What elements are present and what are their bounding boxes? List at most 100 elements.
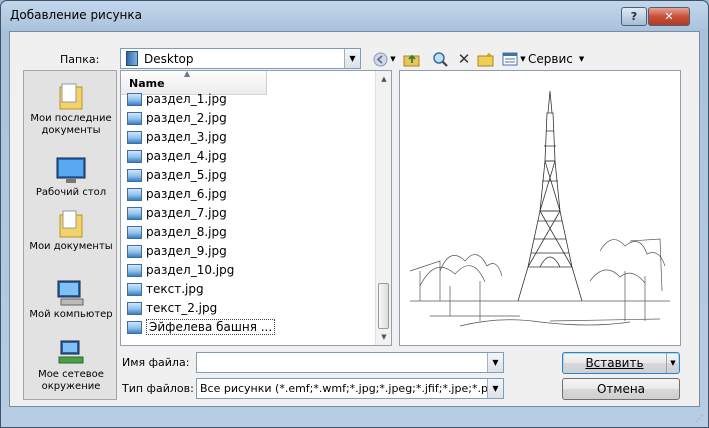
- file-item[interactable]: Эйфелева башня ...: [127, 318, 276, 336]
- place-my-computer[interactable]: Мой компьютер: [24, 279, 118, 321]
- folder-value: Desktop: [144, 51, 194, 66]
- image-file-icon: [127, 225, 142, 239]
- chevron-down-icon: ▼: [670, 359, 676, 367]
- file-name: текст_2.jpg: [146, 301, 218, 315]
- image-file-icon: [127, 320, 142, 334]
- image-file-icon: [127, 111, 142, 125]
- file-name: раздел_9.jpg: [146, 244, 227, 258]
- new-folder-icon: [477, 52, 494, 66]
- file-item[interactable]: раздел_1.jpg: [127, 90, 227, 108]
- place-label: Мое сетевое окружение: [38, 369, 104, 392]
- tools-menu-button[interactable]: Сервис ▼: [528, 50, 592, 68]
- dialog-window: Добавление рисунка ? ✕ Папка: Desktop ▼ …: [0, 0, 709, 428]
- image-file-icon: [127, 244, 142, 258]
- place-network[interactable]: Мое сетевое окружение: [24, 339, 118, 393]
- chevron-down-icon: ▼: [578, 55, 585, 63]
- place-recent-documents[interactable]: Мои последние документы: [24, 81, 118, 137]
- insert-label: Вставить: [585, 356, 644, 370]
- recent-documents-icon: [59, 83, 83, 110]
- file-name: раздел_5.jpg: [146, 168, 227, 182]
- file-name: раздел_7.jpg: [146, 206, 227, 220]
- views-dropdown-button[interactable]: ▼: [518, 50, 528, 68]
- window-title: Добавление рисунка: [10, 8, 142, 22]
- cancel-button[interactable]: Отмена: [562, 378, 680, 400]
- file-item[interactable]: раздел_8.jpg: [127, 223, 227, 241]
- insert-button[interactable]: Вставить ▼: [562, 352, 680, 374]
- up-folder-button[interactable]: [402, 50, 422, 68]
- views-icon: [502, 52, 518, 66]
- eiffel-tower-preview-image: [409, 90, 670, 327]
- image-file-icon: [127, 130, 142, 144]
- file-item[interactable]: раздел_5.jpg: [127, 166, 227, 184]
- chevron-down-icon[interactable]: ▼: [344, 49, 360, 68]
- scroll-up-button[interactable]: ▲: [376, 71, 392, 87]
- file-item[interactable]: раздел_2.jpg: [127, 109, 227, 127]
- back-button[interactable]: [370, 50, 390, 68]
- insert-dropdown-button[interactable]: ▼: [666, 353, 679, 373]
- file-item[interactable]: раздел_7.jpg: [127, 204, 227, 222]
- resize-grip-icon[interactable]: ⋰: [695, 414, 705, 424]
- back-dropdown-button[interactable]: ▼: [388, 50, 398, 68]
- file-name: раздел_4.jpg: [146, 149, 227, 163]
- file-name: раздел_10.jpg: [146, 263, 235, 277]
- folder-up-icon: [403, 54, 420, 66]
- file-item[interactable]: текст.jpg: [127, 280, 204, 298]
- folder-label: Папка:: [60, 53, 100, 66]
- search-web-button[interactable]: [430, 50, 450, 68]
- places-bar: Мои последние документы Рабочий стол Мои…: [23, 70, 117, 400]
- computer-icon: [57, 280, 84, 306]
- column-name-label: Name: [129, 77, 165, 90]
- filetype-label: Тип файлов:: [122, 382, 194, 395]
- file-list[interactable]: ▲ Name раздел_1.jpg раздел_2.jpg раздел_3.…: [120, 69, 392, 346]
- new-folder-button[interactable]: [476, 50, 496, 68]
- delete-icon: ✕: [457, 50, 471, 68]
- image-file-icon: [127, 149, 142, 163]
- file-item[interactable]: раздел_10.jpg: [127, 261, 234, 279]
- image-file-icon: [127, 301, 142, 315]
- delete-button[interactable]: ✕: [454, 50, 474, 68]
- views-button[interactable]: [500, 50, 520, 68]
- my-documents-icon: [59, 210, 83, 238]
- image-file-icon: [127, 263, 142, 277]
- place-label: Мой компьютер: [29, 309, 113, 320]
- image-file-icon: [127, 282, 142, 296]
- file-name: раздел_2.jpg: [146, 111, 227, 125]
- chevron-down-icon[interactable]: ▼: [487, 353, 503, 372]
- file-item[interactable]: раздел_4.jpg: [127, 147, 227, 165]
- scroll-down-button[interactable]: ▼: [376, 329, 392, 345]
- place-label: Рабочий стол: [35, 187, 107, 198]
- close-button[interactable]: ✕: [648, 7, 690, 26]
- scroll-thumb[interactable]: [378, 283, 389, 329]
- file-name: текст.jpg: [146, 282, 204, 296]
- file-item[interactable]: раздел_6.jpg: [127, 185, 227, 203]
- folder-icon: [126, 51, 138, 66]
- folder-combo[interactable]: Desktop ▼: [120, 48, 361, 69]
- help-icon: ?: [630, 10, 638, 23]
- place-label: Мои документы: [29, 241, 113, 252]
- filetype-select[interactable]: Все рисунки (*.emf;*.wmf;*.jpg;*.jpeg;*.…: [196, 378, 504, 399]
- place-my-documents[interactable]: Мои документы: [24, 209, 118, 253]
- chevron-down-icon: ▼: [390, 55, 396, 63]
- file-name: раздел_6.jpg: [146, 187, 227, 201]
- cancel-label: Отмена: [596, 382, 646, 396]
- place-desktop[interactable]: Рабочий стол: [24, 157, 118, 199]
- title-bar[interactable]: Добавление рисунка ? ✕: [1, 1, 708, 31]
- image-file-icon: [127, 187, 142, 201]
- image-file-icon: [127, 168, 142, 182]
- file-item[interactable]: текст_2.jpg: [127, 299, 217, 317]
- back-arrow-icon: [373, 52, 387, 66]
- vertical-scrollbar[interactable]: ▲ ▼: [375, 71, 391, 345]
- image-file-icon: [127, 92, 142, 106]
- chevron-down-icon[interactable]: ▼: [487, 379, 503, 398]
- help-button[interactable]: ?: [621, 7, 647, 26]
- chevron-down-icon: ▼: [520, 55, 526, 63]
- file-item[interactable]: раздел_9.jpg: [127, 242, 227, 260]
- desktop-icon: [56, 157, 86, 183]
- filename-input[interactable]: ▼: [196, 352, 504, 373]
- sort-ascending-icon: ▲: [184, 69, 191, 78]
- network-icon: [58, 340, 84, 364]
- file-name: Эйфелева башня ...: [146, 319, 276, 335]
- filetype-value: Все рисунки (*.emf;*.wmf;*.jpg;*.jpeg;*.…: [200, 382, 504, 395]
- file-name: раздел_3.jpg: [146, 130, 227, 144]
- file-item[interactable]: раздел_3.jpg: [127, 128, 227, 146]
